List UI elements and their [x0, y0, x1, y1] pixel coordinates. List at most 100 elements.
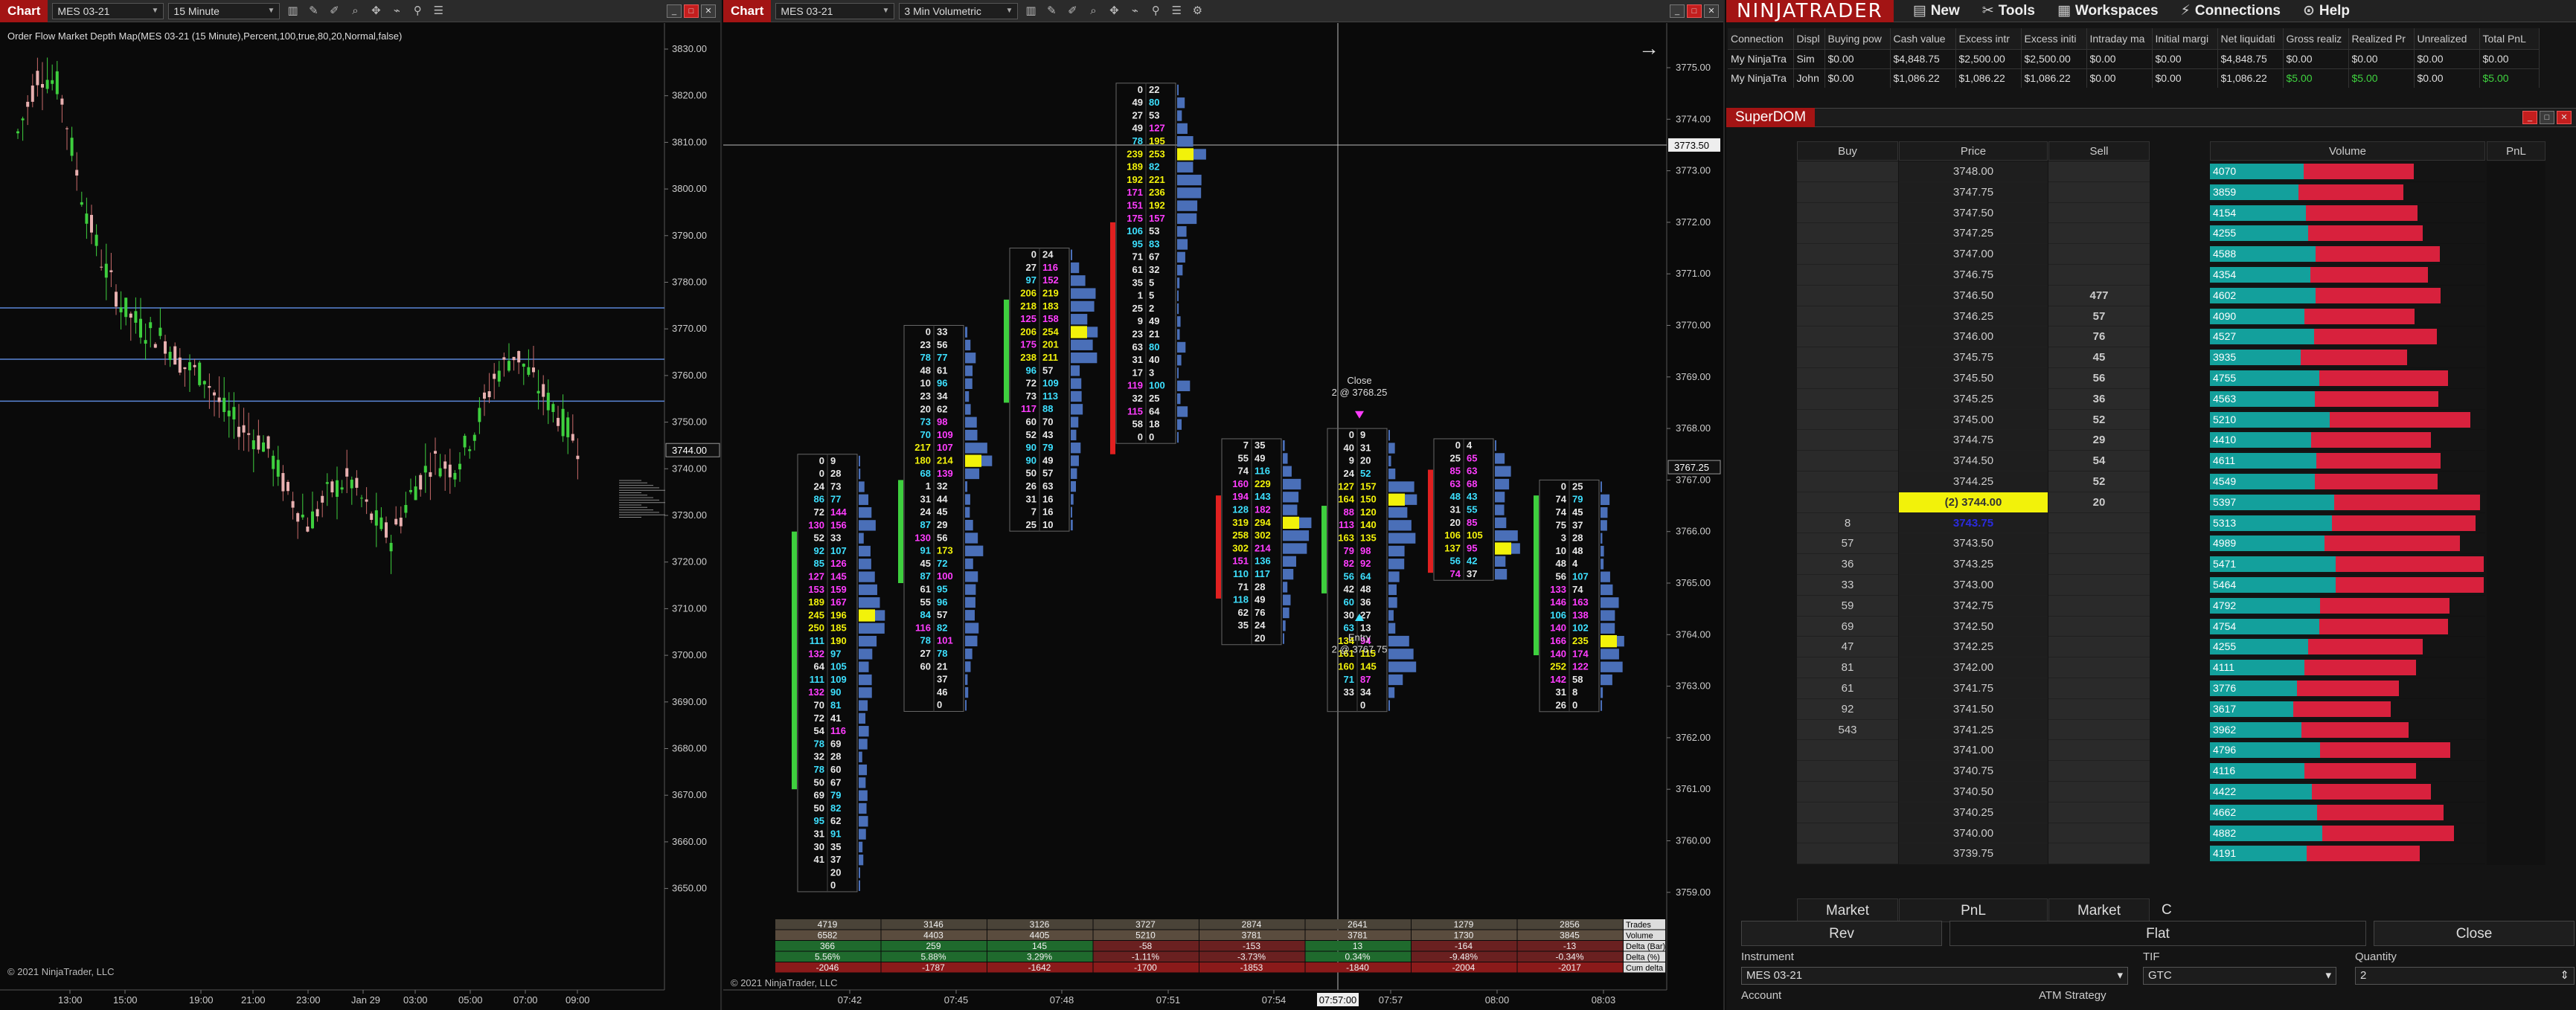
- buy-cell[interactable]: 36: [1797, 554, 1898, 575]
- price-cell[interactable]: 3744.25: [1899, 471, 2048, 492]
- accounts-column-header[interactable]: Connection: [1728, 28, 1794, 49]
- buy-cell[interactable]: [1797, 781, 1898, 802]
- buy-cell[interactable]: [1797, 306, 1898, 327]
- price-cell[interactable]: 3742.75: [1899, 595, 2048, 617]
- price-cell[interactable]: 3744.50: [1899, 451, 2048, 472]
- menu-help[interactable]: ⊙ Help: [2303, 2, 2350, 19]
- mid-chart-area[interactable]: 3775.00 3774.00 3773.00 3772.00 3771.00 3770.…: [723, 23, 1723, 1010]
- sell-cell[interactable]: [2048, 202, 2150, 224]
- price-cell[interactable]: 3742.00: [1899, 657, 2048, 678]
- accounts-column-header[interactable]: Excess intr: [1955, 28, 2022, 49]
- buy-cell[interactable]: [1797, 367, 1898, 389]
- minimize-icon[interactable]: _: [667, 4, 682, 18]
- properties-icon[interactable]: ⚙: [1189, 3, 1205, 19]
- buy-cell[interactable]: [1797, 202, 1898, 224]
- buy-cell[interactable]: [1797, 347, 1898, 368]
- buy-cell[interactable]: [1797, 264, 1898, 286]
- sell-cell[interactable]: [2048, 657, 2150, 678]
- buy-cell[interactable]: 81: [1797, 657, 1898, 678]
- price-cell[interactable]: 3747.00: [1899, 244, 2048, 265]
- footprint-bar[interactable]: 0 2249 8027 5349 12778 195239 253189 82192 22117…: [1110, 83, 1206, 454]
- market-sell-button[interactable]: Market: [2048, 898, 2150, 922]
- minimize-icon[interactable]: _: [1670, 4, 1685, 18]
- close-icon[interactable]: ✕: [2557, 111, 2572, 124]
- drawing-tool-icon[interactable]: ✎: [1043, 3, 1060, 19]
- quantity-stepper[interactable]: 2 ⇕: [2355, 967, 2575, 985]
- buy-cell[interactable]: [1797, 285, 1898, 306]
- accounts-column-header[interactable]: Buying pow: [1824, 28, 1891, 49]
- sell-cell[interactable]: [2048, 823, 2150, 844]
- price-cell[interactable]: 3746.25: [1899, 306, 2048, 327]
- sell-cell[interactable]: [2048, 595, 2150, 617]
- accounts-column-header[interactable]: Cash value: [1890, 28, 1956, 49]
- accounts-column-header[interactable]: Unrealized: [2414, 28, 2480, 49]
- buy-cell[interactable]: [1797, 223, 1898, 245]
- price-cell[interactable]: 3743.00: [1899, 574, 2048, 596]
- accounts-column-header[interactable]: Total PnL: [2479, 28, 2540, 49]
- buy-cell[interactable]: 8: [1797, 512, 1898, 534]
- crosshair-icon[interactable]: ✥: [1106, 3, 1122, 19]
- instrument-selector[interactable]: MES 03-21 ▼: [775, 2, 895, 19]
- bar-type-icon[interactable]: ▥: [1022, 3, 1039, 19]
- footprint-bar[interactable]: 0 24 27 116 97 152 206 219 218 183 125 158 206 254 175…: [1004, 248, 1098, 532]
- accounts-column-header[interactable]: Gross realiz: [2283, 28, 2349, 49]
- drawing-tool-icon[interactable]: ✎: [305, 3, 321, 19]
- close-icon[interactable]: ✕: [701, 4, 716, 18]
- price-cell[interactable]: 3745.50: [1899, 367, 2048, 389]
- sell-cell[interactable]: [2048, 533, 2150, 555]
- price-cell[interactable]: 3741.75: [1899, 678, 2048, 699]
- instrument-selector[interactable]: MES 03-21 ▼: [52, 2, 164, 19]
- price-cell[interactable]: 3740.00: [1899, 823, 2048, 844]
- buy-cell[interactable]: [1797, 388, 1898, 410]
- price-column[interactable]: 3748.00 3747.75 3747.50 3747.25 3747.00 3746.…: [1899, 161, 2048, 865]
- footprint-bar[interactable]: 0 3323 5678 7748 6110 9623 3420 6273 9870 109217 1…: [898, 325, 993, 712]
- sell-cell[interactable]: 56: [2048, 367, 2150, 389]
- buy-cell[interactable]: [1797, 161, 1898, 182]
- buy-cell[interactable]: [1797, 492, 1898, 513]
- sell-cell[interactable]: 54: [2048, 451, 2150, 472]
- sell-cell[interactable]: [2048, 223, 2150, 245]
- price-cell[interactable]: 3745.25: [1899, 388, 2048, 410]
- sell-cell[interactable]: 76: [2048, 327, 2150, 348]
- accounts-column-header[interactable]: Realized Pr: [2348, 28, 2415, 49]
- crosshair-icon[interactable]: ✥: [368, 3, 384, 19]
- price-cell[interactable]: 3746.00: [1899, 327, 2048, 348]
- price-cell[interactable]: 3741.00: [1899, 740, 2048, 762]
- sell-cell[interactable]: [2048, 574, 2150, 596]
- price-cell[interactable]: 3743.50: [1899, 533, 2048, 555]
- buy-cell[interactable]: [1797, 802, 1898, 823]
- price-cell[interactable]: 3741.25: [1899, 719, 2048, 741]
- indicators-icon[interactable]: ⌁: [388, 3, 405, 19]
- reverse-button[interactable]: Rev: [1741, 921, 1942, 946]
- accounts-column-header[interactable]: Excess initi: [2021, 28, 2087, 49]
- buy-cell[interactable]: [1797, 181, 1898, 203]
- price-cell[interactable]: 3743.75: [1899, 512, 2048, 534]
- sell-cell[interactable]: [2048, 161, 2150, 182]
- chart-trader-icon[interactable]: ☰: [1168, 3, 1185, 19]
- interval-selector[interactable]: 15 Minute ▼: [168, 2, 281, 19]
- price-cell[interactable]: 3747.50: [1899, 202, 2048, 224]
- cancel-button[interactable]: C: [2162, 898, 2172, 922]
- price-cell[interactable]: 3746.75: [1899, 264, 2048, 286]
- tif-selector[interactable]: GTC ▾: [2143, 967, 2336, 985]
- sell-cell[interactable]: [2048, 637, 2150, 658]
- sell-cell[interactable]: 20: [2048, 492, 2150, 513]
- accounts-grid[interactable]: Connection Displ Buying pow Cash value Exces…: [1728, 28, 2540, 88]
- sell-cell[interactable]: 29: [2048, 430, 2150, 451]
- left-chart-area[interactable]: Order Flow Market Depth Map(MES 03-21 (1…: [0, 23, 720, 1010]
- price-cell[interactable]: 3742.25: [1899, 637, 2048, 658]
- buy-cell[interactable]: 59: [1797, 595, 1898, 617]
- sell-arrow-icon[interactable]: [1355, 411, 1364, 419]
- accounts-column-header[interactable]: Net liquidati: [2217, 28, 2284, 49]
- flat-button[interactable]: Flat: [1949, 921, 2366, 946]
- accounts-column-header[interactable]: Intraday ma: [2086, 28, 2153, 49]
- buy-cell[interactable]: [1797, 843, 1898, 865]
- buy-cell[interactable]: [1797, 451, 1898, 472]
- account-row[interactable]: My NinjaTra John $0.00 $1,086.22 $1,086.22 $1…: [1728, 68, 2540, 88]
- strategies-icon[interactable]: ⚲: [409, 3, 426, 19]
- close-button[interactable]: Close: [2374, 921, 2575, 946]
- buy-cell[interactable]: [1797, 740, 1898, 762]
- sell-cell[interactable]: [2048, 678, 2150, 699]
- price-cell[interactable]: 3740.25: [1899, 802, 2048, 823]
- accounts-column-header[interactable]: Displ: [1793, 28, 1825, 49]
